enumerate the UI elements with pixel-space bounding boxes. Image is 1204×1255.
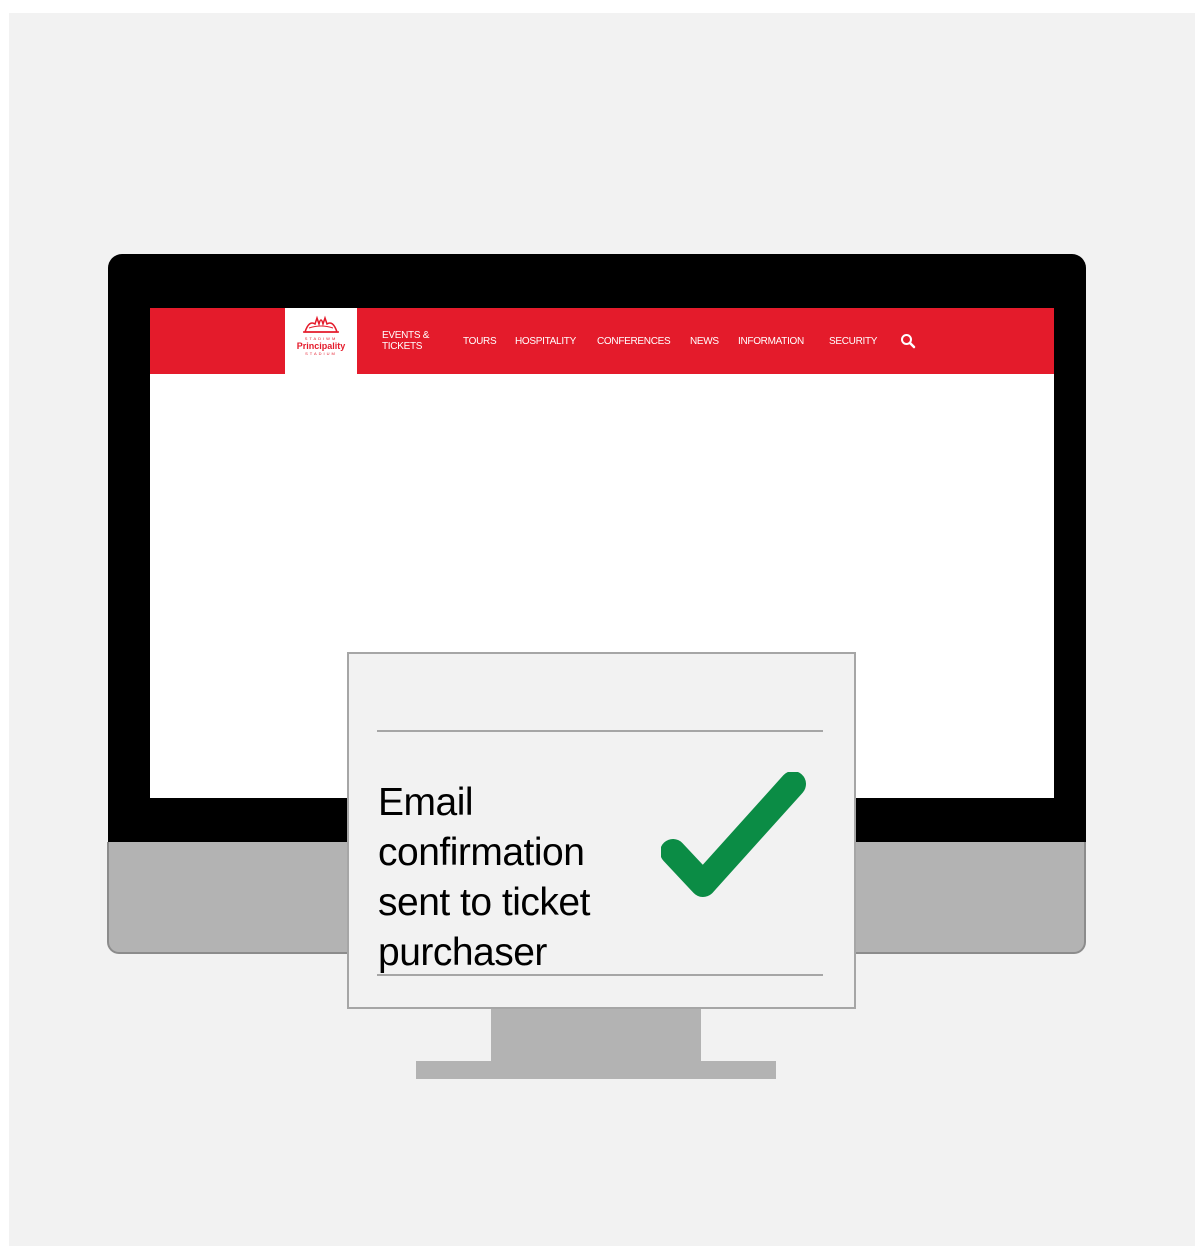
site-navigation-bar: STADIWM Principality STADIUM EVENTS & TI… (150, 308, 1054, 374)
nav-item-hospitality[interactable]: HOSPITALITY (515, 336, 576, 347)
logo-name: Principality (296, 341, 346, 351)
site-logo[interactable]: STADIWM Principality STADIUM (285, 308, 357, 374)
confirmation-callout: Email confirmation sent to ticket purcha… (347, 652, 856, 1009)
nav-item-events-tickets[interactable]: EVENTS & TICKETS (382, 330, 432, 352)
stadium-logo-icon (303, 315, 339, 333)
check-icon (661, 772, 806, 897)
callout-bottom-divider (377, 974, 823, 976)
search-icon[interactable] (900, 333, 916, 349)
nav-item-news[interactable]: NEWS (690, 336, 719, 347)
logo-bottom-line: STADIUM (305, 351, 337, 356)
confirmation-message: Email confirmation sent to ticket purcha… (378, 781, 590, 974)
monitor-stand-base (416, 1061, 776, 1079)
nav-item-security[interactable]: SECURITY (829, 336, 877, 347)
monitor-stand-neck (491, 1008, 701, 1062)
callout-top-divider (377, 730, 823, 732)
nav-item-tours[interactable]: TOURS (463, 336, 497, 347)
nav-item-conferences[interactable]: CONFERENCES (597, 336, 671, 347)
nav-item-information[interactable]: INFORMATION (738, 336, 804, 347)
